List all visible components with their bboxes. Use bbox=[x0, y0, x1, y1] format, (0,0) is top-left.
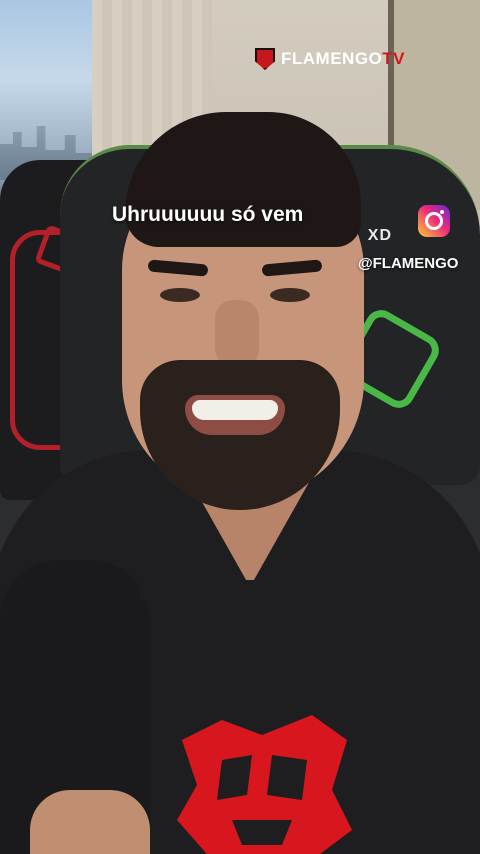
logo-text: FLAMENGO bbox=[281, 49, 383, 68]
flamengo-tv-logo: FLAMENGOTV bbox=[255, 48, 405, 70]
chair-brand: XD bbox=[367, 227, 392, 244]
shirt-print-logo bbox=[177, 715, 352, 854]
left-eye bbox=[160, 288, 200, 302]
logo-suffix: TV bbox=[382, 49, 406, 68]
social-handle: @FLAMENGO bbox=[358, 255, 459, 272]
teeth bbox=[192, 400, 278, 420]
instagram-icon bbox=[418, 205, 450, 237]
flamengo-crest-icon bbox=[255, 48, 275, 70]
forearm bbox=[30, 790, 150, 854]
right-eye bbox=[270, 288, 310, 302]
video-frame: XD FLAMENGOTV Uhruuuuuu só vem @FLAMENGO bbox=[0, 0, 480, 854]
video-caption: Uhruuuuuu só vem bbox=[112, 203, 304, 226]
